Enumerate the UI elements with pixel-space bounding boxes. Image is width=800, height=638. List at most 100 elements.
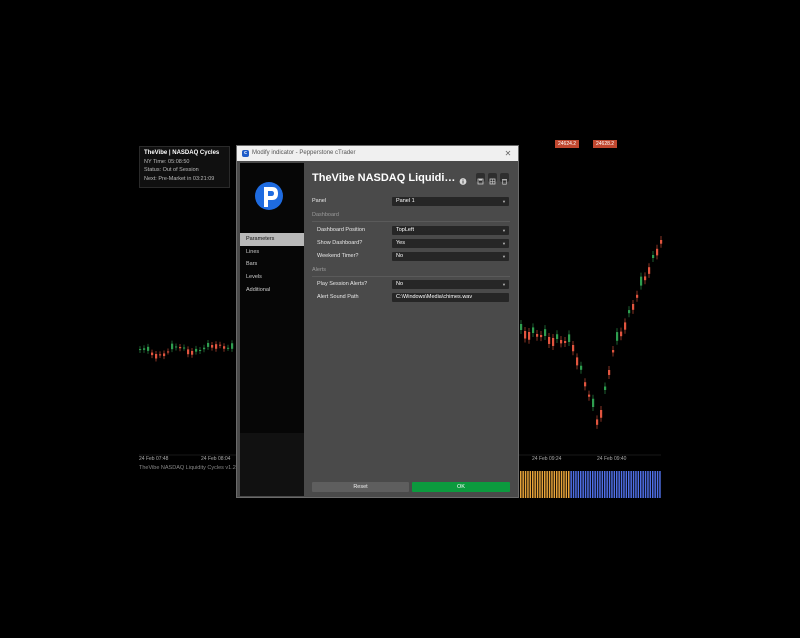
nav-item-levels[interactable]: Levels xyxy=(240,271,304,284)
panel-row: Panel Panel 1 ▼ xyxy=(304,196,518,207)
alerts-section-heading: Alerts xyxy=(312,267,327,273)
cycle-bar xyxy=(582,471,584,498)
alert-sound-input[interactable]: C:\Windows\Media\chimes.wav xyxy=(392,293,509,302)
candle xyxy=(155,353,158,359)
chevron-down-icon: ▼ xyxy=(502,282,506,287)
candle xyxy=(628,310,631,314)
cycle-bar xyxy=(558,471,560,498)
cycle-bar xyxy=(541,471,544,498)
ctrader-app-icon: c xyxy=(242,150,249,157)
cycle-bar xyxy=(618,471,620,498)
trash-icon[interactable] xyxy=(500,173,509,185)
show-dashboard-value: Yes xyxy=(396,240,405,246)
panel-label: Panel xyxy=(312,198,327,204)
candle xyxy=(572,345,575,352)
save-icon[interactable] xyxy=(476,173,485,185)
panel-select[interactable]: Panel 1 ▼ xyxy=(392,197,509,206)
dashboard-section-heading: Dashboard xyxy=(312,212,339,218)
candle xyxy=(592,398,595,407)
nav-item-parameters[interactable]: Parameters xyxy=(240,233,304,246)
dialog-titlebar[interactable]: c Modify indicator - Pepperstone cTrader… xyxy=(237,146,518,161)
candle xyxy=(564,341,567,344)
close-icon[interactable]: ✕ xyxy=(502,146,514,161)
price-tag-2[interactable]: 24628.2 xyxy=(593,140,618,148)
candles-right xyxy=(520,236,663,429)
cycle-bar xyxy=(596,471,599,498)
cycle-bar xyxy=(563,471,565,498)
show-dashboard-row: Show Dashboard? Yes ▼ xyxy=(304,238,518,249)
cycle-bar xyxy=(654,471,656,498)
nav-item-lines[interactable]: Lines xyxy=(240,246,304,259)
ok-button[interactable]: OK xyxy=(412,482,510,492)
dashboard-position-label: Dashboard Position xyxy=(317,227,366,233)
indicator-label: TheVibe NASDAQ Liquidity Cycles v1.2.7 xyxy=(139,465,241,471)
cycle-bar xyxy=(592,471,594,498)
chevron-down-icon: ▼ xyxy=(502,241,506,246)
cycle-bar xyxy=(652,471,654,498)
candle xyxy=(652,254,655,258)
candle xyxy=(560,340,563,344)
cycle-bar xyxy=(608,471,611,498)
cycle-bar xyxy=(594,471,596,498)
cycle-bar xyxy=(659,471,661,498)
time-label: 24 Feb 09:40 xyxy=(597,456,627,462)
dashboard-position-select[interactable]: TopLeft ▼ xyxy=(392,226,509,235)
candle xyxy=(528,332,531,340)
candle xyxy=(608,370,611,375)
candle xyxy=(147,346,150,351)
cycle-bar xyxy=(539,471,541,498)
candle xyxy=(568,334,571,342)
cycle-bar xyxy=(534,471,536,498)
chevron-down-icon: ▼ xyxy=(502,254,506,259)
cycle-bar xyxy=(647,471,649,498)
candle xyxy=(540,335,543,338)
candle xyxy=(616,332,619,341)
candle xyxy=(588,394,591,397)
cycle-bar xyxy=(570,471,572,498)
cycle-bar xyxy=(520,471,522,498)
price-tag-1[interactable]: 24624.2 xyxy=(555,140,580,148)
candle xyxy=(544,329,547,336)
candle xyxy=(548,337,551,344)
reset-button[interactable]: Reset xyxy=(312,482,409,492)
info-icon[interactable] xyxy=(459,173,467,185)
cycle-bar xyxy=(635,471,637,498)
candle xyxy=(612,350,615,353)
section-divider xyxy=(312,221,510,222)
candle xyxy=(231,343,234,349)
dialog-sidebar: Parameters Lines Bars Levels Additional xyxy=(240,163,304,496)
play-alerts-row: Play Session Alerts? No ▼ xyxy=(304,279,518,290)
candle xyxy=(596,419,599,425)
cycle-bar xyxy=(642,471,644,498)
alert-sound-label: Alert Sound Path xyxy=(317,294,359,300)
show-dashboard-select[interactable]: Yes ▼ xyxy=(392,239,509,248)
candle xyxy=(624,322,627,330)
cycle-bar xyxy=(587,471,589,498)
cycle-bar xyxy=(529,471,532,498)
cycle-bar xyxy=(604,471,606,498)
time-label: 24 Feb 07:48 xyxy=(139,456,169,462)
dashboard-info-box: TheVibe | NASDAQ Cycles NY Time: 05:08:5… xyxy=(139,146,230,188)
cycle-bar xyxy=(548,471,551,498)
candle xyxy=(139,349,142,351)
nav-item-additional[interactable]: Additional xyxy=(240,284,304,297)
cycle-bar xyxy=(613,471,616,498)
weekend-timer-row: Weekend Timer? No ▼ xyxy=(304,251,518,262)
cycle-bar xyxy=(628,471,630,498)
window-title: Modify indicator - Pepperstone cTrader xyxy=(252,150,356,156)
dashboard-title: TheVibe | NASDAQ Cycles xyxy=(144,150,220,156)
cycle-bar xyxy=(620,471,623,498)
cycle-bar xyxy=(584,471,587,498)
grid-icon[interactable] xyxy=(488,173,497,185)
nav-item-bars[interactable]: Bars xyxy=(240,258,304,271)
play-alerts-select[interactable]: No ▼ xyxy=(392,280,509,289)
panel-value: Panel 1 xyxy=(396,198,415,204)
candle xyxy=(215,344,218,349)
cycle-bar xyxy=(572,471,575,498)
candle xyxy=(584,382,587,387)
candle xyxy=(163,353,166,357)
candle xyxy=(167,351,170,353)
candle xyxy=(600,410,603,418)
cycle-bar xyxy=(632,471,635,498)
weekend-timer-select[interactable]: No ▼ xyxy=(392,252,509,261)
